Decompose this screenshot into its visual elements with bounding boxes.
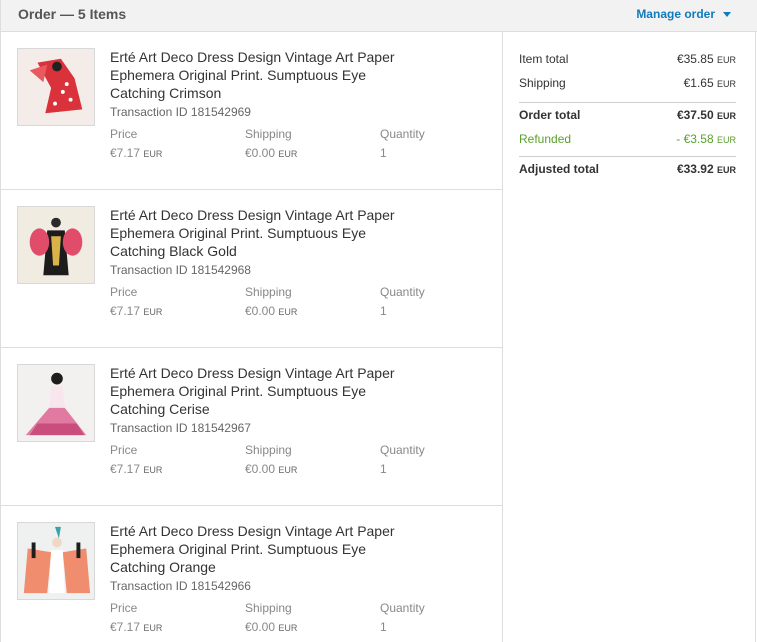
price-column: Price €7.17 EUR	[110, 127, 162, 161]
summary-divider	[519, 102, 736, 103]
refunded-row: Refunded - €3.58 EUR	[519, 132, 736, 156]
adjusted-total-value: €33.92 EUR	[676, 162, 736, 176]
shipping-value: €0.00 EUR	[245, 304, 298, 318]
transaction-id: Transaction ID 181542966	[110, 579, 251, 593]
list-item: Erté Art Deco Dress Design Vintage Art P…	[1, 190, 502, 348]
item-title[interactable]: Erté Art Deco Dress Design Vintage Art P…	[110, 48, 410, 102]
quantity-value: 1	[380, 146, 387, 160]
list-item: Erté Art Deco Dress Design Vintage Art P…	[1, 506, 502, 642]
item-thumbnail[interactable]	[17, 206, 95, 284]
order-items-list: Erté Art Deco Dress Design Vintage Art P…	[1, 32, 503, 642]
quantity-column: Quantity 1	[380, 127, 425, 160]
item-total-row: Item total €35.85 EUR	[519, 52, 736, 76]
item-thumbnail[interactable]	[17, 522, 95, 600]
quantity-column: Quantity 1	[380, 285, 425, 318]
list-item: Erté Art Deco Dress Design Vintage Art P…	[1, 348, 502, 506]
shipping-value: €0.00 EUR	[245, 146, 298, 160]
order-total-row: Order total €37.50 EUR	[519, 108, 736, 132]
summary-divider	[519, 156, 736, 157]
shipping-column: Shipping €0.00 EUR	[245, 127, 297, 161]
transaction-id: Transaction ID 181542969	[110, 105, 251, 119]
shipping-label: Shipping	[245, 127, 292, 141]
price-value: €7.17 EUR	[110, 462, 163, 476]
manage-order-button[interactable]: Manage order	[636, 7, 731, 21]
price-label: Price	[110, 127, 138, 141]
shipping-column: Shipping €0.00 EUR	[245, 601, 297, 635]
shipping-total-row: Shipping €1.65 EUR	[519, 76, 736, 100]
quantity-label: Quantity	[380, 285, 425, 299]
price-value: €7.17 EUR	[110, 304, 163, 318]
refunded-value: - €3.58 EUR	[676, 132, 736, 146]
item-thumbnail[interactable]	[17, 48, 95, 126]
price-column: Price €7.17 EUR	[110, 601, 162, 635]
shipping-label: Shipping	[245, 443, 292, 457]
art-print-image	[18, 523, 94, 599]
shipping-label: Shipping	[245, 285, 292, 299]
art-print-image	[18, 365, 94, 441]
order-summary: Item total €35.85 EUR Shipping €1.65 EUR…	[519, 52, 736, 186]
adjusted-total-label: Adjusted total	[519, 162, 599, 176]
order-total-label: Order total	[519, 108, 581, 122]
price-label: Price	[110, 601, 138, 615]
shipping-column: Shipping €0.00 EUR	[245, 443, 297, 477]
adjusted-total-row: Adjusted total €33.92 EUR	[519, 162, 736, 186]
item-title[interactable]: Erté Art Deco Dress Design Vintage Art P…	[110, 364, 410, 418]
transaction-id: Transaction ID 181542968	[110, 263, 251, 277]
item-title[interactable]: Erté Art Deco Dress Design Vintage Art P…	[110, 206, 410, 260]
order-total-value: €37.50 EUR	[676, 108, 736, 122]
chevron-down-icon	[723, 12, 731, 17]
art-print-image	[18, 207, 94, 283]
shipping-value: €0.00 EUR	[245, 620, 298, 634]
order-title: Order — 5 Items	[18, 6, 127, 22]
item-total-label: Item total	[519, 52, 569, 66]
shipping-column: Shipping €0.00 EUR	[245, 285, 297, 319]
price-value: €7.17 EUR	[110, 620, 163, 634]
art-print-image	[18, 49, 94, 125]
order-header: Order — 5 Items Manage order	[1, 0, 757, 32]
quantity-column: Quantity 1	[380, 443, 425, 476]
quantity-label: Quantity	[380, 127, 425, 141]
quantity-label: Quantity	[380, 443, 425, 457]
quantity-value: 1	[380, 462, 387, 476]
item-total-value: €35.85 EUR	[676, 52, 736, 66]
price-column: Price €7.17 EUR	[110, 443, 162, 477]
quantity-column: Quantity 1	[380, 601, 425, 634]
shipping-total-label: Shipping	[519, 76, 566, 90]
quantity-value: 1	[380, 304, 387, 318]
item-thumbnail[interactable]	[17, 364, 95, 442]
manage-order-label: Manage order	[636, 7, 715, 21]
shipping-total-value: €1.65 EUR	[683, 76, 736, 90]
shipping-value: €0.00 EUR	[245, 462, 298, 476]
price-value: €7.17 EUR	[110, 146, 163, 160]
transaction-id: Transaction ID 181542967	[110, 421, 251, 435]
price-label: Price	[110, 285, 138, 299]
quantity-label: Quantity	[380, 601, 425, 615]
quantity-value: 1	[380, 620, 387, 634]
list-item: Erté Art Deco Dress Design Vintage Art P…	[1, 32, 502, 190]
price-column: Price €7.17 EUR	[110, 285, 162, 319]
price-label: Price	[110, 443, 138, 457]
refunded-label: Refunded	[519, 132, 572, 146]
order-panel: Order — 5 Items Manage order Erté Art De…	[0, 0, 757, 642]
shipping-label: Shipping	[245, 601, 292, 615]
item-title[interactable]: Erté Art Deco Dress Design Vintage Art P…	[110, 522, 410, 576]
